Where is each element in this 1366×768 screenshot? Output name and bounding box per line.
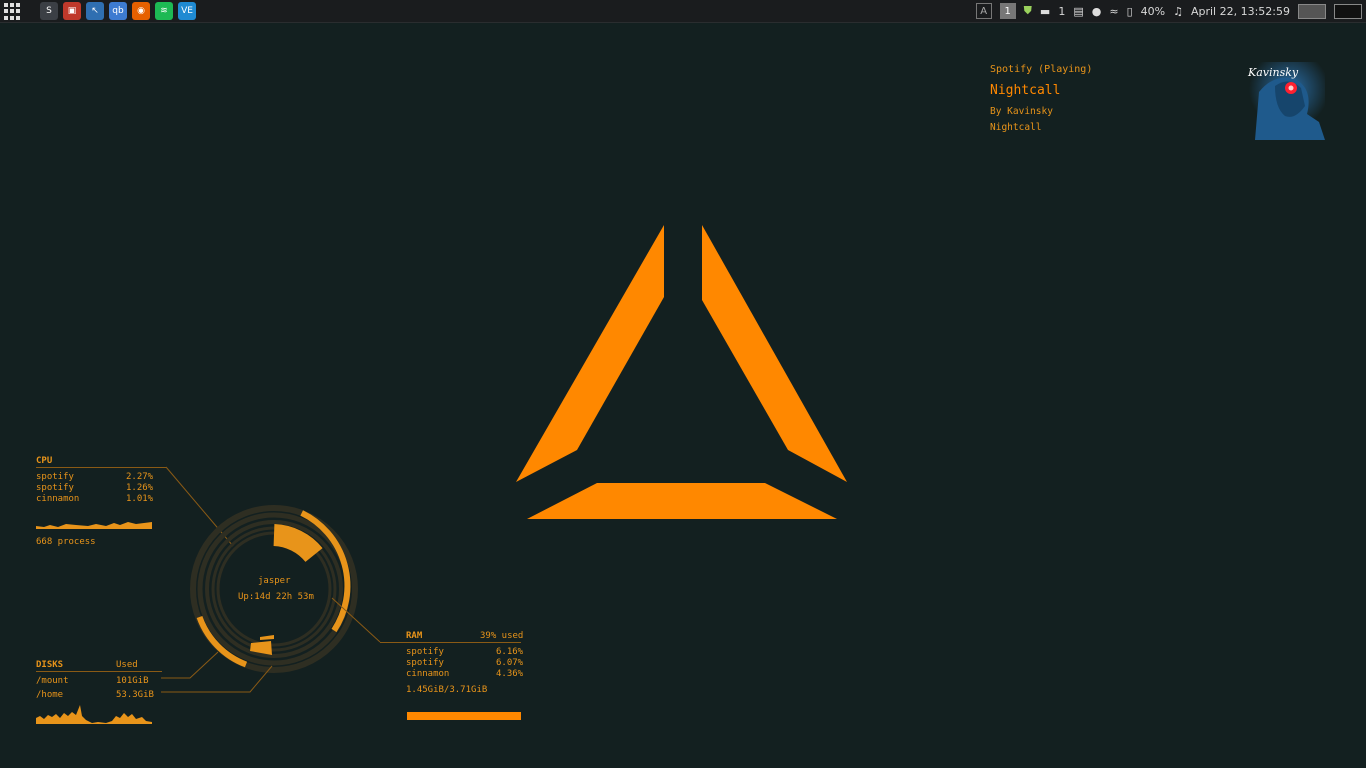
spotify-status: Spotify (Playing) — [990, 64, 1093, 75]
disks-used-label: Used — [116, 660, 138, 670]
wifi-icon[interactable]: ≈ — [1109, 5, 1118, 18]
ram-process-name-1: spotify — [406, 647, 444, 657]
spotify-icon[interactable]: ≋ — [155, 2, 173, 20]
firefox-icon[interactable]: ◉ — [132, 2, 150, 20]
chat-icon[interactable]: ▬ — [1040, 5, 1050, 18]
album-cover-logo: Kavinsky — [1247, 66, 1299, 79]
notification-count: 1 — [1058, 4, 1066, 18]
clipboard-icon[interactable]: ▤ — [1073, 5, 1083, 18]
process-count: 668 process — [36, 537, 96, 547]
ram-process-value-3: 4.36% — [496, 669, 524, 679]
workspace-a[interactable]: A — [975, 3, 992, 19]
top-panel: S ▣ ↖ qb ◉ ≋ VE A 1 ⛊ ▬ 1 ▤ ● ≈ ▯ 40% ♫ April … — [0, 0, 1366, 23]
logo-triangle-icon — [516, 225, 847, 519]
cpu-graph — [36, 522, 152, 529]
disks-underline — [36, 671, 162, 672]
sublime-text-icon[interactable]: S — [40, 2, 58, 20]
disks-label: DISKS — [36, 660, 64, 670]
ram-underline — [380, 642, 521, 643]
cpu-process-value-1: 2.27% — [126, 472, 154, 482]
disk-used-2: 53.3GiB — [116, 690, 154, 700]
terminal-icon[interactable]: ▣ — [63, 2, 81, 20]
disks-graph — [36, 705, 152, 724]
spotify-artist: By Kavinsky — [990, 106, 1053, 117]
cpu-process-name-3: cinnamon — [36, 494, 80, 504]
gauge-arc-inner — [273, 524, 323, 563]
album-cover: Kavinsky — [1245, 62, 1325, 140]
hostname: jasper — [258, 576, 291, 586]
workspace-pager-1[interactable] — [1298, 3, 1326, 19]
cpu-label: CPU — [36, 456, 53, 466]
workspace-pager-2[interactable] — [1334, 3, 1362, 19]
cpu-process-name-1: spotify — [36, 472, 74, 482]
mouse-settings-icon[interactable]: ↖ — [86, 2, 104, 20]
user-icon[interactable]: ● — [1092, 5, 1102, 18]
disks-connector — [161, 651, 273, 693]
workspace-1[interactable]: 1 — [999, 3, 1016, 19]
qbittorrent-icon[interactable]: qb — [109, 2, 127, 20]
cpu-process-name-2: spotify — [36, 483, 74, 493]
ram-process-name-2: spotify — [406, 658, 444, 668]
ram-used-percent: 39% used — [480, 631, 524, 641]
launcher-bar: S ▣ ↖ qb ◉ ≋ VE — [40, 2, 196, 20]
shield-icon[interactable]: ⛊ — [1024, 4, 1032, 18]
ram-process-name-3: cinnamon — [406, 669, 450, 679]
cpu-process-value-2: 1.26% — [126, 483, 154, 493]
cpu-underline — [36, 467, 166, 468]
battery-icon[interactable]: ▯ — [1127, 5, 1133, 18]
music-note-icon[interactable]: ♫ — [1173, 5, 1183, 18]
ram-process-value-2: 6.07% — [496, 658, 524, 668]
ram-connector — [331, 597, 381, 643]
disk-path-2: /home — [36, 690, 64, 700]
ram-process-value-1: 6.16% — [496, 647, 524, 657]
uptime: Up:14d 22h 53m — [238, 592, 314, 602]
vscode-icon[interactable]: VE — [178, 2, 196, 20]
disk-path-1: /mount — [36, 676, 69, 686]
cpu-process-value-3: 1.01% — [126, 494, 154, 504]
ram-bar-track — [407, 712, 521, 720]
system-tray: A 1 ⛊ ▬ 1 ▤ ● ≈ ▯ 40% ♫ April 22, 13:52:… — [975, 0, 1366, 22]
ram-total: 1.45GiB/3.71GiB — [406, 685, 488, 695]
disk-used-1: 101GiB — [116, 676, 149, 686]
ram-bar-fill — [407, 712, 521, 720]
spotify-album: Nightcall — [990, 122, 1042, 133]
apps-menu-icon[interactable] — [4, 3, 21, 20]
ram-label: RAM — [406, 631, 423, 641]
clock[interactable]: April 22, 13:52:59 — [1191, 5, 1290, 18]
battery-percent: 40% — [1140, 4, 1166, 18]
spotify-track-title: Nightcall — [990, 83, 1061, 98]
